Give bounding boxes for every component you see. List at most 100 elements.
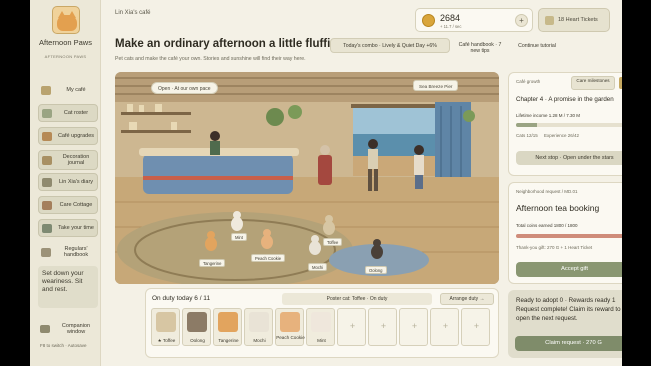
sidebar-item-label: Decoration journal: [62, 154, 90, 166]
next-stop-button[interactable]: Next stop · Open under the stars: [516, 151, 622, 165]
cat-label-peach-cookie[interactable]: Peach Cookie: [251, 254, 286, 262]
sidebar-item-diary[interactable]: Lin Xia's diary: [38, 173, 98, 191]
duty-slot-empty[interactable]: +: [337, 308, 366, 346]
add-icon: +: [473, 321, 480, 331]
coin-balance: 2684: [440, 13, 461, 23]
continue-tutorial-button[interactable]: Continue tutorial: [510, 38, 564, 53]
sidebar: Afternoon Paws AFTERNOON PAWS My café Ca…: [30, 0, 101, 366]
accept-gift-button[interactable]: Accept gift: [516, 262, 622, 277]
sidebar-item-regulars-handbook[interactable]: Regulars' handbook: [38, 242, 98, 262]
coin-rate: + 11.7 / sec: [440, 24, 462, 29]
companion-window-button[interactable]: Companion window: [38, 320, 98, 338]
cat-portrait: [280, 312, 300, 332]
cafe-scene[interactable]: Open · At our own pace Sea Breeze Pier M…: [115, 72, 499, 284]
sidebar-item-label: Cat roster: [63, 110, 89, 116]
add-icon: +: [442, 321, 449, 331]
cat-portrait: [218, 312, 238, 332]
request-coins: Total coins earned 1800 / 1800: [516, 223, 578, 228]
cat-name: ★ Toffee: [157, 338, 176, 343]
cat-portrait: [156, 312, 176, 332]
sidebar-item-label: Care Cottage: [59, 202, 93, 208]
location-label: Sea Breeze Pier: [413, 80, 459, 91]
page-title: Make an ordinary afternoon a little fluf…: [115, 38, 344, 50]
heart-tickets-label: 18 Heart Tickets: [558, 17, 598, 23]
clock-icon: [42, 223, 52, 233]
on-duty-count: On duty today 6 / 11: [152, 295, 211, 302]
duty-slot-empty[interactable]: +: [461, 308, 490, 346]
sidebar-item-label: Lin Xia's diary: [58, 179, 94, 185]
cat-label-oolong[interactable]: Oolong: [365, 266, 387, 274]
income-progress-bar: [516, 123, 622, 127]
book-icon: [42, 155, 52, 165]
request-title: Afternoon tea booking: [516, 203, 600, 213]
cat-label-tangerine[interactable]: Tangerine: [199, 259, 226, 267]
cat-label-mint[interactable]: Mint: [231, 233, 247, 241]
lifetime-income: Lifetime income 1.28 M / 7.30 M: [516, 113, 581, 118]
care-milestones-button[interactable]: Care milestones: [571, 76, 615, 90]
thank-you-gift: Thank-you gift: 270 G + 1 Heart Ticket: [516, 245, 593, 250]
cat-name: Mochi: [253, 338, 266, 343]
duty-slot-mint[interactable]: Mint: [306, 308, 335, 346]
sidebar-item-care-cottage[interactable]: Care Cottage: [38, 196, 98, 214]
page-tagline: Pet cats and make the café your own. Sto…: [115, 56, 306, 62]
sidebar-item-cat-roster[interactable]: Cat roster: [38, 104, 98, 122]
app-subtitle: AFTERNOON PAWS: [44, 54, 87, 59]
poster-cat-status: Poster cat: Toffee · On duty: [282, 293, 432, 305]
duty-slot-empty[interactable]: +: [430, 308, 459, 346]
cat-name: Mint: [317, 338, 326, 343]
cafe-growth-card: Café growth Care milestones Chapter 4 · …: [508, 72, 622, 176]
sidebar-item-label: Café upgrades: [57, 133, 95, 139]
duty-slot-empty[interactable]: +: [399, 308, 428, 346]
cat-portrait: [311, 312, 331, 332]
todays-combo-badge[interactable]: Today's combo · Lively & Quiet Day +6%: [330, 38, 450, 53]
handbook-icon: [41, 247, 51, 257]
coin-counter: 2684 + 11.7 / sec +: [415, 8, 533, 32]
add-icon: +: [349, 321, 356, 331]
companion-label: Companion window: [61, 323, 91, 335]
adoption-panel: Ready to adopt 0 · Rewards ready 1 Reque…: [508, 290, 622, 358]
cat-logo-icon: [52, 6, 80, 34]
cat-name: Peach Cookie: [276, 335, 305, 340]
add-coins-button[interactable]: +: [515, 14, 528, 27]
sidebar-item-decoration-journal[interactable]: Decoration journal: [38, 150, 98, 170]
cafe-status-badge[interactable]: Open · At our own pace: [151, 82, 218, 94]
rest-message: Set down your weariness. Sit and rest.: [38, 266, 98, 308]
cat-label-mochi[interactable]: Mochi: [308, 263, 328, 271]
cat-portrait: [187, 312, 207, 332]
cat-label-toffee[interactable]: Toffee: [323, 238, 343, 246]
heart-tickets-button[interactable]: 18 Heart Tickets: [538, 8, 610, 32]
sidebar-item-my-cafe[interactable]: My café: [38, 81, 98, 99]
cat-name: Oolong: [190, 338, 205, 343]
sidebar-item-cafe-upgrades[interactable]: Café upgrades: [38, 127, 98, 145]
cafe-handbook-button[interactable]: Café handbook · 7 new tips: [456, 38, 504, 58]
experience-count: Experience 26/42: [544, 133, 580, 138]
cottage-icon: [42, 200, 52, 210]
duty-slot-toffee[interactable]: ★ Toffee: [151, 308, 180, 346]
cafe-illustration: [115, 72, 499, 284]
cafe-icon: [41, 85, 51, 95]
duty-slot-tangerine[interactable]: Tangerine: [213, 308, 242, 346]
duty-slot-mochi[interactable]: Mochi: [244, 308, 273, 346]
trophy-icon: [619, 77, 622, 89]
window-icon: [40, 325, 50, 333]
duty-slot-peach-cookie[interactable]: Peach Cookie: [275, 308, 305, 346]
neighborhood-request-card: Neighborhood request / MD.01 Afternoon t…: [508, 182, 622, 284]
claim-request-button[interactable]: Claim request · 270 G: [515, 336, 622, 351]
cats-count: Cats 12/15: [516, 133, 538, 138]
sidebar-item-take-your-time[interactable]: Take your time: [38, 219, 98, 237]
growth-kicker: Café growth: [516, 79, 541, 84]
add-icon: +: [380, 321, 387, 331]
chapter-title: Chapter 4 · A promise in the garden: [516, 96, 614, 103]
arrange-duty-button[interactable]: Arrange duty →: [440, 293, 494, 305]
app-title: Afternoon Paws: [39, 38, 92, 47]
duty-slot-oolong[interactable]: Oolong: [182, 308, 211, 346]
sidebar-item-label: My café: [66, 87, 86, 93]
cat-name: Tangerine: [218, 338, 239, 343]
hammer-icon: [42, 131, 52, 141]
autosave-hint: F8 to switch · Autosave: [40, 343, 87, 348]
income-progress-fill: [516, 123, 538, 127]
cat-icon: [42, 108, 52, 118]
add-icon: +: [411, 321, 418, 331]
cat-portrait: [249, 312, 269, 332]
duty-slot-empty[interactable]: +: [368, 308, 397, 346]
